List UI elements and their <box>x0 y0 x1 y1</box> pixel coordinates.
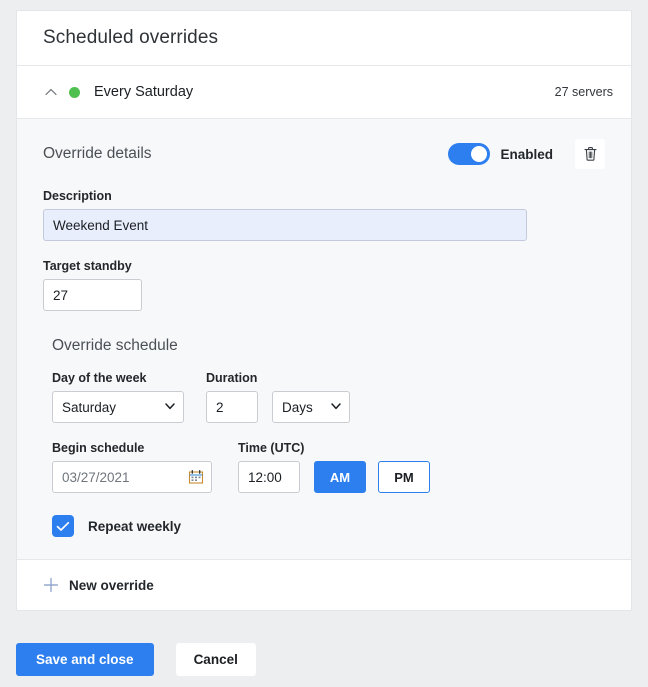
repeat-weekly-label: Repeat weekly <box>88 518 182 534</box>
begin-schedule-input-wrap <box>52 461 212 493</box>
check-icon <box>56 521 70 531</box>
repeat-weekly-checkbox[interactable] <box>52 515 74 537</box>
override-schedule-heading: Override schedule <box>52 337 178 354</box>
target-standby-input[interactable] <box>43 279 142 311</box>
new-override-button[interactable]: New override <box>17 560 631 610</box>
day-of-week-select-wrap: Saturday <box>52 391 184 423</box>
begin-schedule-date-input[interactable] <box>52 461 212 493</box>
description-field-group: Description <box>43 189 605 241</box>
description-label: Description <box>43 189 112 203</box>
schedule-row-begin-time: Begin schedule 03/27/2021 Time (UTC) 12:… <box>52 441 605 493</box>
begin-schedule-field-group: Begin schedule <box>52 441 212 493</box>
duration-unit-select-wrap: Days <box>272 391 350 423</box>
footer-actions: Save and close Cancel <box>16 643 256 676</box>
page-title: Scheduled overrides <box>43 27 219 48</box>
schedule-row-day-duration: Day of the week Saturday Duration 2 Days <box>52 371 605 423</box>
day-of-week-select[interactable]: Saturday <box>52 391 184 423</box>
repeat-weekly-row[interactable]: Repeat weekly <box>43 515 605 537</box>
cancel-button[interactable]: Cancel <box>175 643 256 676</box>
duration-label: Duration <box>206 371 258 385</box>
day-of-week-label: Day of the week <box>52 371 147 385</box>
save-and-close-button[interactable]: Save and close <box>16 643 154 676</box>
pm-button[interactable]: PM <box>378 461 430 493</box>
target-standby-label: Target standby <box>43 259 132 273</box>
status-indicator-dot <box>69 86 80 98</box>
override-name: Every Saturday <box>94 84 194 100</box>
day-of-week-field-group: Day of the week Saturday <box>52 371 184 423</box>
toggle-knob <box>471 146 488 162</box>
scheduled-overrides-card: Scheduled overrides Every Saturday 27 se… <box>16 10 632 611</box>
server-count: 27 servers <box>554 85 613 99</box>
time-controls: AM PM <box>238 461 430 493</box>
enabled-toggle-label: Enabled <box>500 146 553 162</box>
new-override-label: New override <box>69 577 154 593</box>
plus-icon <box>43 577 59 593</box>
duration-controls: Days <box>206 391 350 423</box>
override-summary-row[interactable]: Every Saturday 27 servers <box>17 66 631 119</box>
begin-schedule-label: Begin schedule <box>52 441 145 455</box>
duration-field-group: Duration Days <box>206 371 350 423</box>
schedule-fields: Day of the week Saturday Duration 2 Days… <box>43 371 605 493</box>
scheduled-overrides-page: Scheduled overrides Every Saturday 27 se… <box>0 0 648 687</box>
delete-override-button[interactable] <box>575 139 605 169</box>
time-field-group: Time (UTC) AM PM <box>238 441 430 493</box>
time-input[interactable] <box>238 461 300 493</box>
description-input[interactable] <box>43 209 527 241</box>
card-header: Scheduled overrides <box>17 11 631 66</box>
override-details-heading: Override details <box>43 145 152 162</box>
duration-unit-select[interactable]: Days <box>272 391 350 423</box>
am-button[interactable]: AM <box>314 461 366 493</box>
enabled-toggle[interactable] <box>448 143 491 165</box>
duration-value-input[interactable] <box>206 391 258 423</box>
target-standby-field-group: Target standby <box>43 259 605 311</box>
chevron-up-icon[interactable] <box>43 84 59 100</box>
trash-icon <box>583 147 597 161</box>
override-details-panel: Override details Enabled Description Wee… <box>17 119 631 560</box>
details-header: Override details Enabled <box>43 137 605 171</box>
time-label: Time (UTC) <box>238 441 305 455</box>
